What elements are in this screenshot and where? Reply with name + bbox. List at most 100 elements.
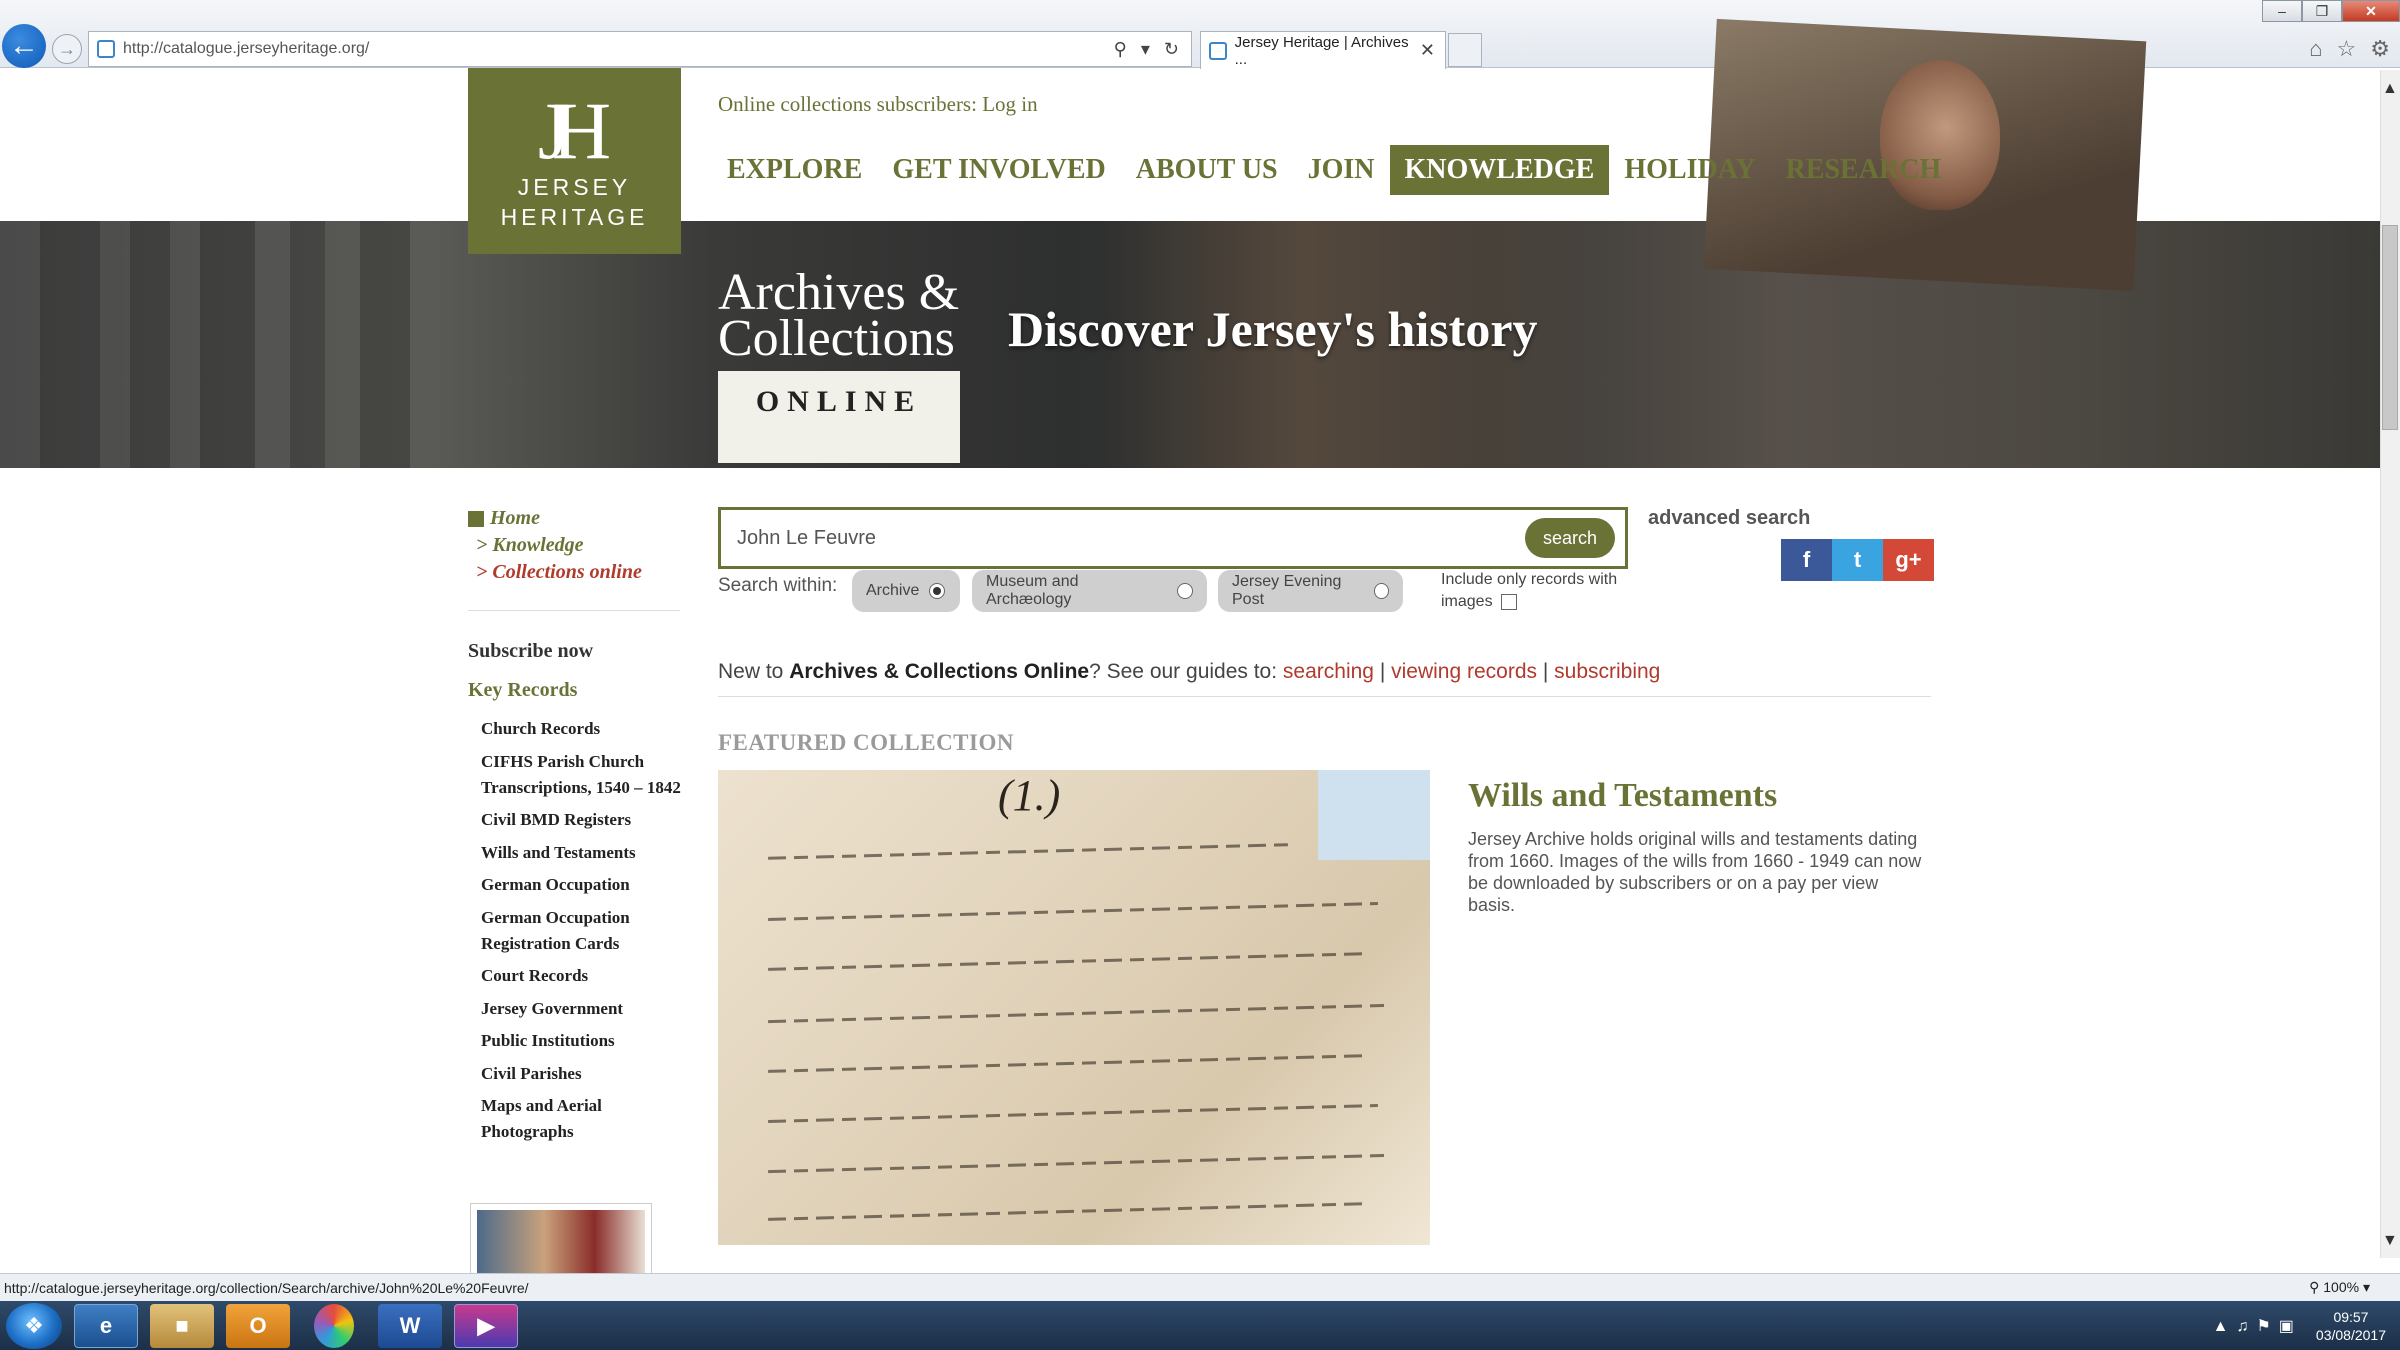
new-tab-button[interactable] (1448, 33, 1482, 67)
search-scope-jep[interactable]: Jersey Evening Post (1218, 570, 1403, 612)
featured-title[interactable]: Wills and Testaments (1468, 777, 1777, 815)
advanced-search-link[interactable]: advanced search (1648, 507, 1810, 530)
scroll-up-icon[interactable]: ▲ (2382, 80, 2398, 98)
breadcrumb-home[interactable]: Home (468, 505, 642, 532)
guide-sep-1: | (1373, 660, 1392, 683)
zoom-level[interactable]: ⚲ 100% ▾ (2309, 1279, 2400, 1296)
address-url[interactable]: http://catalogue.jerseyheritage.org/ (123, 40, 1114, 58)
logo-word-jersey: JERSEY (517, 174, 632, 200)
subscriber-login-link[interactable]: Online collections subscribers: Log in (718, 92, 1038, 117)
browser-tab[interactable]: Jersey Heritage | Archives ... ✕ (1200, 31, 1446, 69)
guide-subscribing-link[interactable]: subscribing (1554, 660, 1660, 683)
key-record-public-institutions[interactable]: Public Institutions (481, 1028, 686, 1054)
facebook-icon[interactable]: f (1781, 539, 1832, 581)
jersey-heritage-logo[interactable]: JH JERSEY HERITAGE (468, 68, 681, 254)
nav-explore[interactable]: EXPLORE (712, 145, 877, 195)
key-record-maps-aerial[interactable]: Maps and Aerial Photographs (481, 1093, 686, 1145)
gear-icon[interactable]: ⚙ (2370, 36, 2390, 62)
taskbar-picasa-icon[interactable] (314, 1303, 354, 1348)
favorites-star-icon[interactable]: ☆ (2337, 36, 2357, 62)
guides-prefix: New to (718, 660, 790, 683)
search-scope-archive[interactable]: Archive (852, 570, 960, 612)
search-input[interactable] (721, 510, 1525, 566)
guides-divider (718, 696, 1931, 697)
images-only-checkbox[interactable] (1501, 593, 1518, 610)
nav-get-involved[interactable]: GET INVOLVED (877, 145, 1120, 195)
twitter-icon[interactable]: t (1832, 539, 1883, 581)
nav-join[interactable]: JOIN (1293, 145, 1390, 195)
key-record-german-occupation[interactable]: German Occupation (481, 872, 686, 898)
nav-knowledge[interactable]: KNOWLEDGE (1389, 145, 1610, 195)
scrollbar-thumb[interactable] (2382, 225, 2398, 430)
breadcrumb-collections-online[interactable]: > Collections online (476, 559, 642, 586)
key-record-jersey-government[interactable]: Jersey Government (481, 996, 686, 1022)
forward-button[interactable]: → (52, 34, 82, 64)
google-plus-icon[interactable]: g+ (1883, 539, 1934, 581)
key-record-civil-parishes[interactable]: Civil Parishes (481, 1061, 686, 1087)
brand-line-2: Collections (718, 310, 955, 367)
scope-jep-radio[interactable] (1374, 583, 1389, 599)
back-button[interactable]: ← (2, 24, 46, 68)
nav-about-us[interactable]: ABOUT US (1121, 145, 1293, 195)
close-tab-icon[interactable]: ✕ (1420, 40, 1435, 61)
system-tray: ▲♫⚑▣ 09:57 03/08/2017 (2213, 1308, 2400, 1344)
refresh-icon[interactable]: ↻ (1164, 39, 1179, 60)
key-record-registration-cards[interactable]: German Occupation Registration Cards (481, 905, 686, 957)
featured-description: Jersey Archive holds original wills and … (1468, 829, 1922, 915)
featured-manuscript-image[interactable]: (1.) (718, 770, 1430, 1245)
images-only-option: Include only records with images (1441, 569, 1621, 613)
search-icon[interactable]: ⚲ (1114, 39, 1127, 60)
guide-sep-2: | (1537, 660, 1555, 683)
taskbar: ❖ e ■ O W ▶ ▲♫⚑▣ 09:57 03/08/2017 (0, 1301, 2400, 1350)
scope-museum-label: Museum and Archæology (986, 573, 1079, 608)
hero-tagline: Discover Jersey's history (1008, 301, 1538, 357)
clock[interactable]: 09:57 03/08/2017 (2316, 1308, 2386, 1344)
tray-icons[interactable]: ▲♫⚑▣ (2213, 1316, 2302, 1336)
key-record-cifhs-transcriptions[interactable]: CIFHS Parish Church Transcriptions, 1540… (481, 749, 686, 801)
guide-searching-link[interactable]: searching (1283, 660, 1374, 683)
guide-viewing-records-link[interactable]: viewing records (1391, 660, 1537, 683)
key-record-church-records[interactable]: Church Records (481, 716, 686, 742)
key-record-court-records[interactable]: Court Records (481, 963, 686, 989)
scope-museum-radio[interactable] (1177, 583, 1193, 599)
address-bar[interactable]: http://catalogue.jerseyheritage.org/ ⚲ ▾… (88, 31, 1192, 67)
featured-collection-label: FEATURED COLLECTION (718, 730, 1014, 755)
chevron-down-icon[interactable]: ▾ (1141, 39, 1150, 60)
start-button[interactable]: ❖ (6, 1302, 62, 1349)
taskbar-media-icon[interactable]: ▶ (454, 1303, 518, 1348)
logo-monogram: JH (537, 85, 611, 176)
home-icon[interactable]: ⌂ (2309, 36, 2322, 62)
social-links: f t g+ (1781, 539, 1934, 581)
taskbar-word-icon[interactable]: W (378, 1303, 442, 1348)
key-records-list: Church Records CIFHS Parish Church Trans… (481, 716, 686, 1152)
taskbar-folder-icon[interactable]: ■ (150, 1303, 214, 1348)
sidebar-thumbnail[interactable] (470, 1203, 652, 1283)
taskbar-ie-icon[interactable]: e (74, 1303, 138, 1348)
sidebar-divider (468, 610, 680, 611)
subscribe-now-link[interactable]: Subscribe now (468, 640, 593, 663)
clock-time: 09:57 (2333, 1308, 2369, 1325)
nav-research[interactable]: RESEARCH (1771, 145, 1957, 195)
scope-archive-radio[interactable] (929, 583, 946, 599)
search-box: search (718, 507, 1628, 569)
images-only-label: Include only records with images (1441, 571, 1618, 610)
search-scope-museum[interactable]: Museum and Archæology (972, 570, 1207, 612)
close-window-button[interactable]: ✕ (2342, 0, 2400, 22)
zoom-icon: ⚲ (2309, 1279, 2324, 1295)
breadcrumb-home-label[interactable]: Home (490, 505, 540, 532)
main-nav: EXPLORE GET INVOLVED ABOUT US JOIN KNOWL… (712, 145, 1956, 195)
manuscript-number: (1.) (998, 771, 1061, 820)
guides-middle: ? See our guides to: (1089, 660, 1283, 683)
key-records-heading[interactable]: Key Records (468, 679, 577, 702)
breadcrumb: Home > Knowledge > Collections online (468, 505, 642, 586)
key-record-wills[interactable]: Wills and Testaments (481, 840, 686, 866)
key-record-civil-bmd[interactable]: Civil BMD Registers (481, 807, 686, 833)
search-button[interactable]: search (1525, 518, 1615, 558)
scroll-down-icon[interactable]: ▼ (2382, 1232, 2398, 1250)
nav-holiday[interactable]: HOLIDAY (1609, 145, 1770, 195)
restore-button[interactable]: ❐ (2302, 0, 2342, 22)
online-banner: ONLINE (718, 371, 960, 463)
breadcrumb-knowledge[interactable]: > Knowledge (476, 532, 642, 559)
taskbar-outlook-icon[interactable]: O (226, 1303, 290, 1348)
minimize-button[interactable]: – (2262, 0, 2302, 22)
